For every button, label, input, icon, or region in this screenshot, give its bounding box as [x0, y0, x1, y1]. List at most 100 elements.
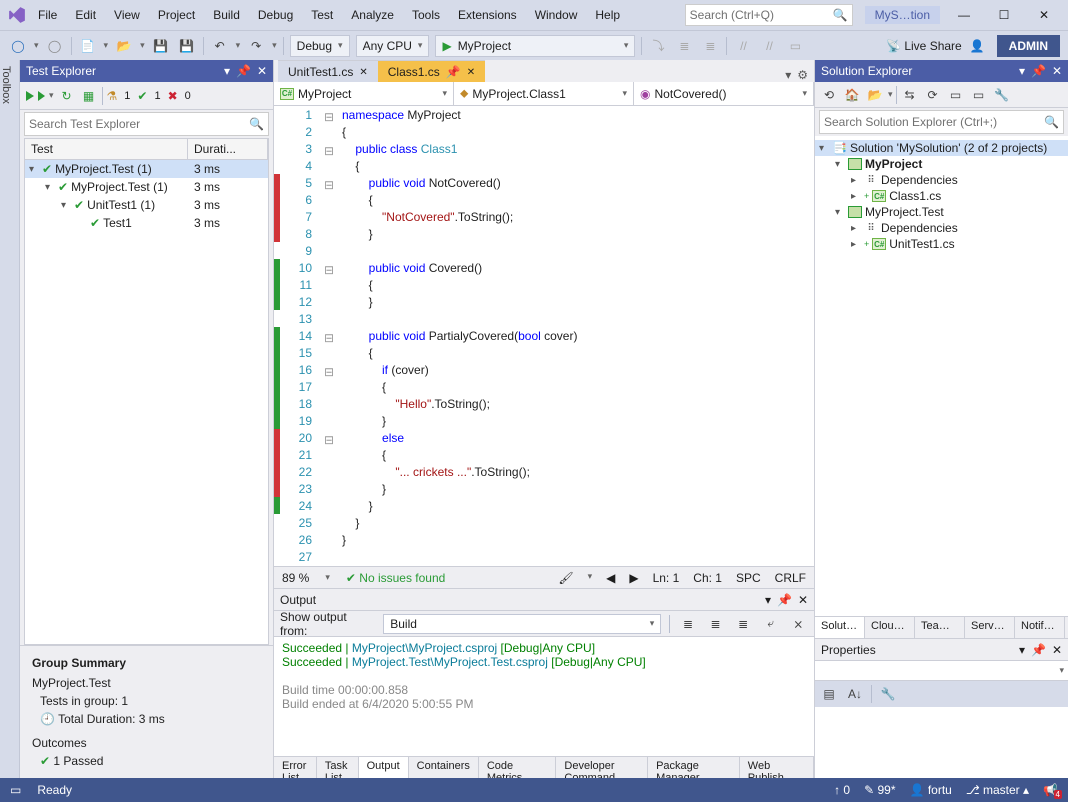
wrench-icon[interactable]: 🔧 — [992, 85, 1012, 105]
test-row[interactable]: ▾✔MyProject.Test (1)3 ms — [25, 160, 268, 178]
failed-count-icon[interactable]: ✖ — [168, 89, 178, 103]
test-row[interactable]: ✔Test13 ms — [25, 214, 268, 232]
bottom-tab[interactable]: Code Metrics Results — [479, 757, 557, 778]
menu-edit[interactable]: Edit — [67, 4, 104, 26]
brush-icon[interactable]: 🖌 — [558, 571, 573, 585]
solution-search[interactable]: Search Solution Explorer (Ctrl+;) 🔍 — [819, 110, 1064, 134]
live-share-button[interactable]: 📡 Live Share — [886, 39, 962, 53]
repeat-icon[interactable]: ↻ — [58, 87, 76, 105]
menu-extensions[interactable]: Extensions — [450, 4, 525, 26]
redo-button[interactable]: ↷ — [246, 36, 266, 56]
menu-build[interactable]: Build — [205, 4, 248, 26]
solution-node[interactable]: ▸Dependencies — [815, 172, 1068, 188]
back-button[interactable]: ◯ — [8, 36, 28, 56]
bottom-tab[interactable]: Package Manager Cons… — [648, 757, 740, 778]
indent-icon[interactable]: ≣ — [674, 36, 694, 56]
user-icon[interactable]: 👤 fortu — [910, 783, 952, 797]
output-status-icon[interactable]: ▭ — [10, 783, 21, 797]
pin-icon[interactable]: 📌 — [236, 64, 251, 78]
categorized-icon[interactable]: ▤ — [819, 684, 839, 704]
flask-icon[interactable]: ⚗ — [107, 89, 118, 103]
close-icon[interactable]: ✕ — [798, 593, 808, 607]
start-combo[interactable]: ▶MyProject▾ — [435, 35, 635, 57]
zoom-combo[interactable]: 89 % — [282, 571, 309, 585]
bottom-tab[interactable]: Output — [359, 757, 409, 778]
sol-tab[interactable]: Notif… — [1015, 617, 1065, 638]
clear-icon[interactable]: ⨯ — [788, 614, 808, 634]
home-icon[interactable]: 🏠 — [842, 85, 862, 105]
config-combo[interactable]: Debug▾ — [290, 35, 350, 57]
bottom-tab[interactable]: Developer Command Pr… — [556, 757, 648, 778]
new-project-button[interactable]: 📄 — [78, 36, 98, 56]
menu-file[interactable]: File — [30, 4, 65, 26]
code-editor[interactable]: 1234567891011121314151617181920212223242… — [274, 106, 814, 566]
test-explorer-search[interactable]: Search Test Explorer 🔍 — [24, 112, 269, 136]
sol-tab[interactable]: Team… — [915, 617, 965, 638]
menu-project[interactable]: Project — [150, 4, 203, 26]
feedback-icon[interactable]: 👤 — [970, 39, 985, 53]
nav-class[interactable]: ⬥MyProject.Class1▾ — [454, 82, 634, 105]
bottom-tab[interactable]: Task List — [317, 757, 359, 778]
wrench-icon[interactable]: 🔧 — [878, 684, 898, 704]
nav-fwd-icon[interactable]: ▶ — [629, 571, 638, 585]
close-icon[interactable]: ✕ — [257, 64, 267, 78]
sol-tab[interactable]: Clou… — [865, 617, 915, 638]
show-all-icon[interactable]: ▭ — [946, 85, 966, 105]
dropdown-icon[interactable]: ▾ — [224, 64, 230, 78]
test-row[interactable]: ▾✔UnitTest1 (1)3 ms — [25, 196, 268, 214]
save-button[interactable]: 💾 — [151, 36, 171, 56]
passed-count-icon[interactable]: ✔ — [137, 89, 147, 103]
solution-tree[interactable]: ▾ 📑 Solution 'MySolution' (2 of 2 projec… — [815, 136, 1068, 616]
pin-icon[interactable]: 📌 — [1031, 64, 1046, 78]
alpha-icon[interactable]: A↓ — [845, 684, 865, 704]
bottom-tab[interactable]: Containers — [409, 757, 479, 778]
run-all-icon[interactable] — [26, 91, 34, 101]
close-icon[interactable]: ✕ — [1052, 643, 1062, 657]
menu-test[interactable]: Test — [303, 4, 341, 26]
notifications-icon[interactable]: 📢4 — [1043, 783, 1058, 797]
close-icon[interactable]: ✕ — [467, 67, 475, 78]
menu-debug[interactable]: Debug — [250, 4, 301, 26]
collapse-icon[interactable]: 📂 — [865, 85, 885, 105]
menu-help[interactable]: Help — [587, 4, 628, 26]
save-all-button[interactable]: 💾 — [177, 36, 197, 56]
menu-tools[interactable]: Tools — [404, 4, 448, 26]
maximize-button[interactable]: ☐ — [988, 4, 1020, 26]
col-test[interactable]: Test — [25, 139, 188, 159]
step-icon[interactable]: ⤵ — [648, 36, 668, 56]
push-icon[interactable]: ↑ 0 — [834, 783, 850, 797]
minimize-button[interactable]: — — [948, 4, 980, 26]
dropdown-icon[interactable]: ▾ — [1019, 64, 1025, 78]
toolbox-tab[interactable]: Toolbox — [0, 60, 20, 778]
word-wrap-icon[interactable]: ⤶ — [761, 614, 781, 634]
outdent-icon[interactable]: ≣ — [700, 36, 720, 56]
dropdown-icon[interactable]: ▾ — [1019, 643, 1025, 657]
run-icon[interactable] — [38, 91, 45, 101]
dropdown-icon[interactable]: ▾ — [765, 593, 771, 607]
branch-icon[interactable]: ⎇ master ▴ — [966, 783, 1029, 797]
sol-tab[interactable]: Serve… — [965, 617, 1015, 638]
menu-analyze[interactable]: Analyze — [343, 4, 402, 26]
menu-window[interactable]: Window — [527, 4, 586, 26]
sync-icon[interactable]: ⇆ — [900, 85, 920, 105]
nav-back-icon[interactable]: ◀ — [606, 571, 615, 585]
forward-button[interactable]: ◯ — [45, 36, 65, 56]
doc-tab[interactable]: UnitTest1.cs ✕ — [278, 60, 378, 82]
gear-icon[interactable]: ⚙ — [797, 68, 808, 82]
solution-node[interactable]: ▸+Class1.cs — [815, 188, 1068, 204]
bookmark-icon[interactable]: ▭ — [785, 36, 805, 56]
close-icon[interactable]: ✕ — [1052, 64, 1062, 78]
pin-icon[interactable]: 📌 — [1031, 643, 1046, 657]
indent-icon[interactable]: ≣ — [733, 614, 753, 634]
refresh-icon[interactable]: ⟳ — [923, 85, 943, 105]
indent-icon[interactable]: ≣ — [706, 614, 726, 634]
solution-node[interactable]: ▾MyProject — [815, 156, 1068, 172]
test-row[interactable]: ▾✔MyProject.Test (1)3 ms — [25, 178, 268, 196]
properties-icon[interactable]: ▭ — [969, 85, 989, 105]
doc-tab[interactable]: Class1.cs 📌 ✕ — [378, 60, 485, 82]
pin-icon[interactable]: 📌 — [777, 593, 792, 607]
open-button[interactable]: 📂 — [114, 36, 134, 56]
col-duration[interactable]: Durati... — [188, 139, 268, 159]
solution-node[interactable]: ▾MyProject.Test — [815, 204, 1068, 220]
preview-icon[interactable]: ▾ — [785, 68, 791, 82]
